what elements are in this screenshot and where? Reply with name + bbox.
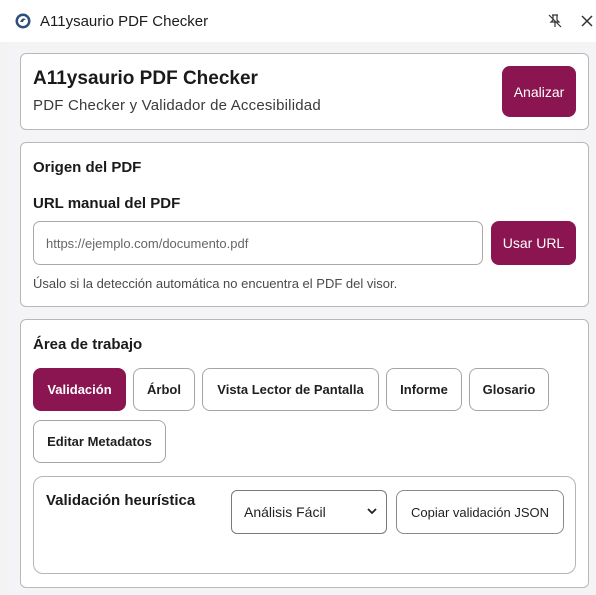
analyze-button[interactable]: Analizar bbox=[502, 66, 576, 117]
tab-vista-lector[interactable]: Vista Lector de Pantalla bbox=[202, 368, 379, 411]
url-hint: Úsalo si la detección automática no encu… bbox=[33, 276, 398, 291]
tab-arbol[interactable]: Árbol bbox=[133, 368, 195, 411]
workspace-title: Área de trabajo bbox=[33, 336, 143, 353]
chevron-down-icon bbox=[367, 508, 377, 515]
unpin-button[interactable] bbox=[545, 11, 565, 31]
header-card: A11ysaurio PDF Checker PDF Checker y Val… bbox=[20, 53, 589, 130]
pdf-origin-card: Origen del PDF URL manual del PDF https:… bbox=[20, 142, 589, 307]
app-logo-icon bbox=[15, 13, 31, 29]
tab-glosario[interactable]: Glosario bbox=[469, 368, 549, 411]
validation-panel: Validación heurística Análisis Fácil Cop… bbox=[33, 476, 576, 574]
app-subtitle: PDF Checker y Validador de Accesibilidad bbox=[33, 97, 321, 114]
workspace-card: Área de trabajo Validación Árbol Vista L… bbox=[20, 319, 589, 588]
use-url-button[interactable]: Usar URL bbox=[491, 221, 576, 265]
analysis-mode-select[interactable]: Análisis Fácil bbox=[231, 490, 387, 534]
tab-editar-metadatos[interactable]: Editar Metadatos bbox=[33, 420, 166, 463]
tab-informe[interactable]: Informe bbox=[386, 368, 462, 411]
close-icon bbox=[581, 15, 593, 27]
tab-validacion[interactable]: Validación bbox=[33, 368, 126, 411]
window-title: A11ysaurio PDF Checker bbox=[40, 13, 209, 30]
url-placeholder: https://ejemplo.com/documento.pdf bbox=[46, 235, 249, 251]
app-title: A11ysaurio PDF Checker bbox=[33, 68, 258, 89]
unpin-icon bbox=[548, 14, 562, 28]
url-label: URL manual del PDF bbox=[33, 195, 181, 212]
validation-title: Validación heurística bbox=[46, 492, 196, 509]
pdf-url-input[interactable]: https://ejemplo.com/documento.pdf bbox=[33, 221, 483, 265]
copy-validation-json-button[interactable]: Copiar validación JSON bbox=[396, 490, 564, 534]
window-titlebar: A11ysaurio PDF Checker bbox=[0, 0, 596, 42]
analysis-mode-value: Análisis Fácil bbox=[244, 504, 326, 520]
origin-section-title: Origen del PDF bbox=[33, 159, 142, 176]
close-button[interactable] bbox=[577, 11, 596, 31]
